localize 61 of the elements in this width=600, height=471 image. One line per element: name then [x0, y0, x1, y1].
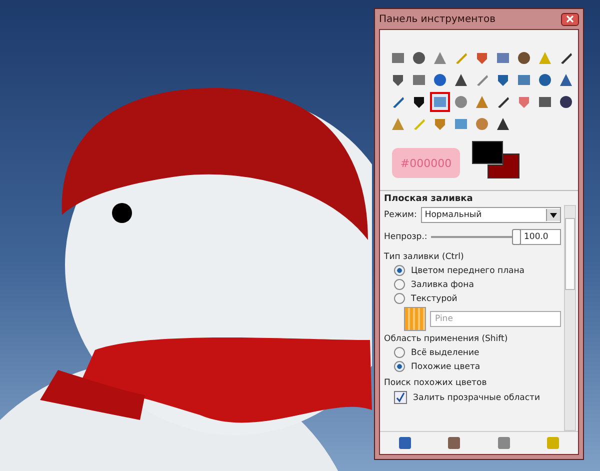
tool-icon	[454, 51, 468, 65]
tool-icon	[475, 51, 489, 65]
radio-option[interactable]: Всё выделение	[384, 347, 561, 358]
mode-label: Режим:	[384, 210, 417, 220]
tool-icon	[391, 117, 405, 131]
pattern-swatch[interactable]	[404, 307, 426, 331]
tool-icon	[559, 51, 573, 65]
tool-icon	[391, 95, 405, 109]
tool-icon	[496, 117, 510, 131]
tool-icon	[391, 73, 405, 87]
window-title: Панель инструментов	[379, 14, 496, 24]
mode-dropdown[interactable]: Нормальный	[420, 207, 561, 223]
tool-icon	[475, 95, 489, 109]
opacity-label: Непрозр.:	[384, 232, 428, 242]
section-label: Тип заливки (Ctrl)	[384, 252, 465, 262]
tool-icon	[433, 51, 447, 65]
tool-icon	[496, 51, 510, 65]
section-label: Область применения (Shift)	[384, 334, 509, 344]
options-action-icon[interactable]	[398, 436, 412, 450]
tool-icon	[517, 73, 531, 87]
tool-icon	[538, 51, 552, 65]
tool-icon	[559, 73, 573, 87]
tool-icon	[517, 51, 531, 65]
checkbox[interactable]	[394, 391, 407, 404]
checkbox-option[interactable]: Залить прозрачные области	[384, 391, 561, 404]
tool-icon	[496, 95, 510, 109]
options-action-icon[interactable]	[447, 436, 462, 450]
scrollbar[interactable]	[564, 205, 576, 431]
options-title: Плоская заливка	[384, 194, 474, 204]
tool-icon	[454, 117, 468, 131]
section-label: Поиск похожих цветов	[384, 378, 488, 388]
close-icon	[566, 15, 574, 23]
opacity-slider-thumb[interactable]	[512, 229, 521, 245]
tool-icon	[496, 73, 510, 87]
tool-icon	[559, 95, 573, 109]
radio-option[interactable]: Заливка фона	[384, 279, 561, 290]
options-action-icon[interactable]	[496, 436, 511, 450]
background-color-swatch[interactable]	[488, 154, 520, 178]
close-button[interactable]	[561, 12, 579, 26]
tool-icon	[412, 117, 426, 131]
tool-icon	[412, 51, 426, 65]
radio-option[interactable]: Похожие цвета	[384, 361, 561, 372]
tool-icon	[454, 73, 468, 87]
tool-icon	[475, 117, 489, 131]
tool-icon	[433, 117, 447, 131]
radio-option[interactable]: Цветом переднего плана	[384, 265, 561, 276]
tool-icon	[454, 95, 468, 109]
tool-icon	[391, 51, 405, 65]
tool-icon	[538, 95, 552, 109]
tool-icon	[433, 95, 447, 109]
color-tooltip: #000000	[392, 148, 460, 178]
radio-option[interactable]: Текстурой	[384, 293, 561, 304]
opacity-input[interactable]: 100.0	[520, 229, 561, 245]
tool-icon	[412, 95, 426, 109]
tool-icon	[517, 95, 531, 109]
tool-icon	[538, 73, 552, 87]
tool-icon	[475, 73, 489, 87]
foreground-color-swatch[interactable]	[472, 141, 503, 164]
tool-icon	[433, 73, 447, 87]
tool-icon	[412, 73, 426, 87]
caret-icon	[550, 212, 557, 218]
